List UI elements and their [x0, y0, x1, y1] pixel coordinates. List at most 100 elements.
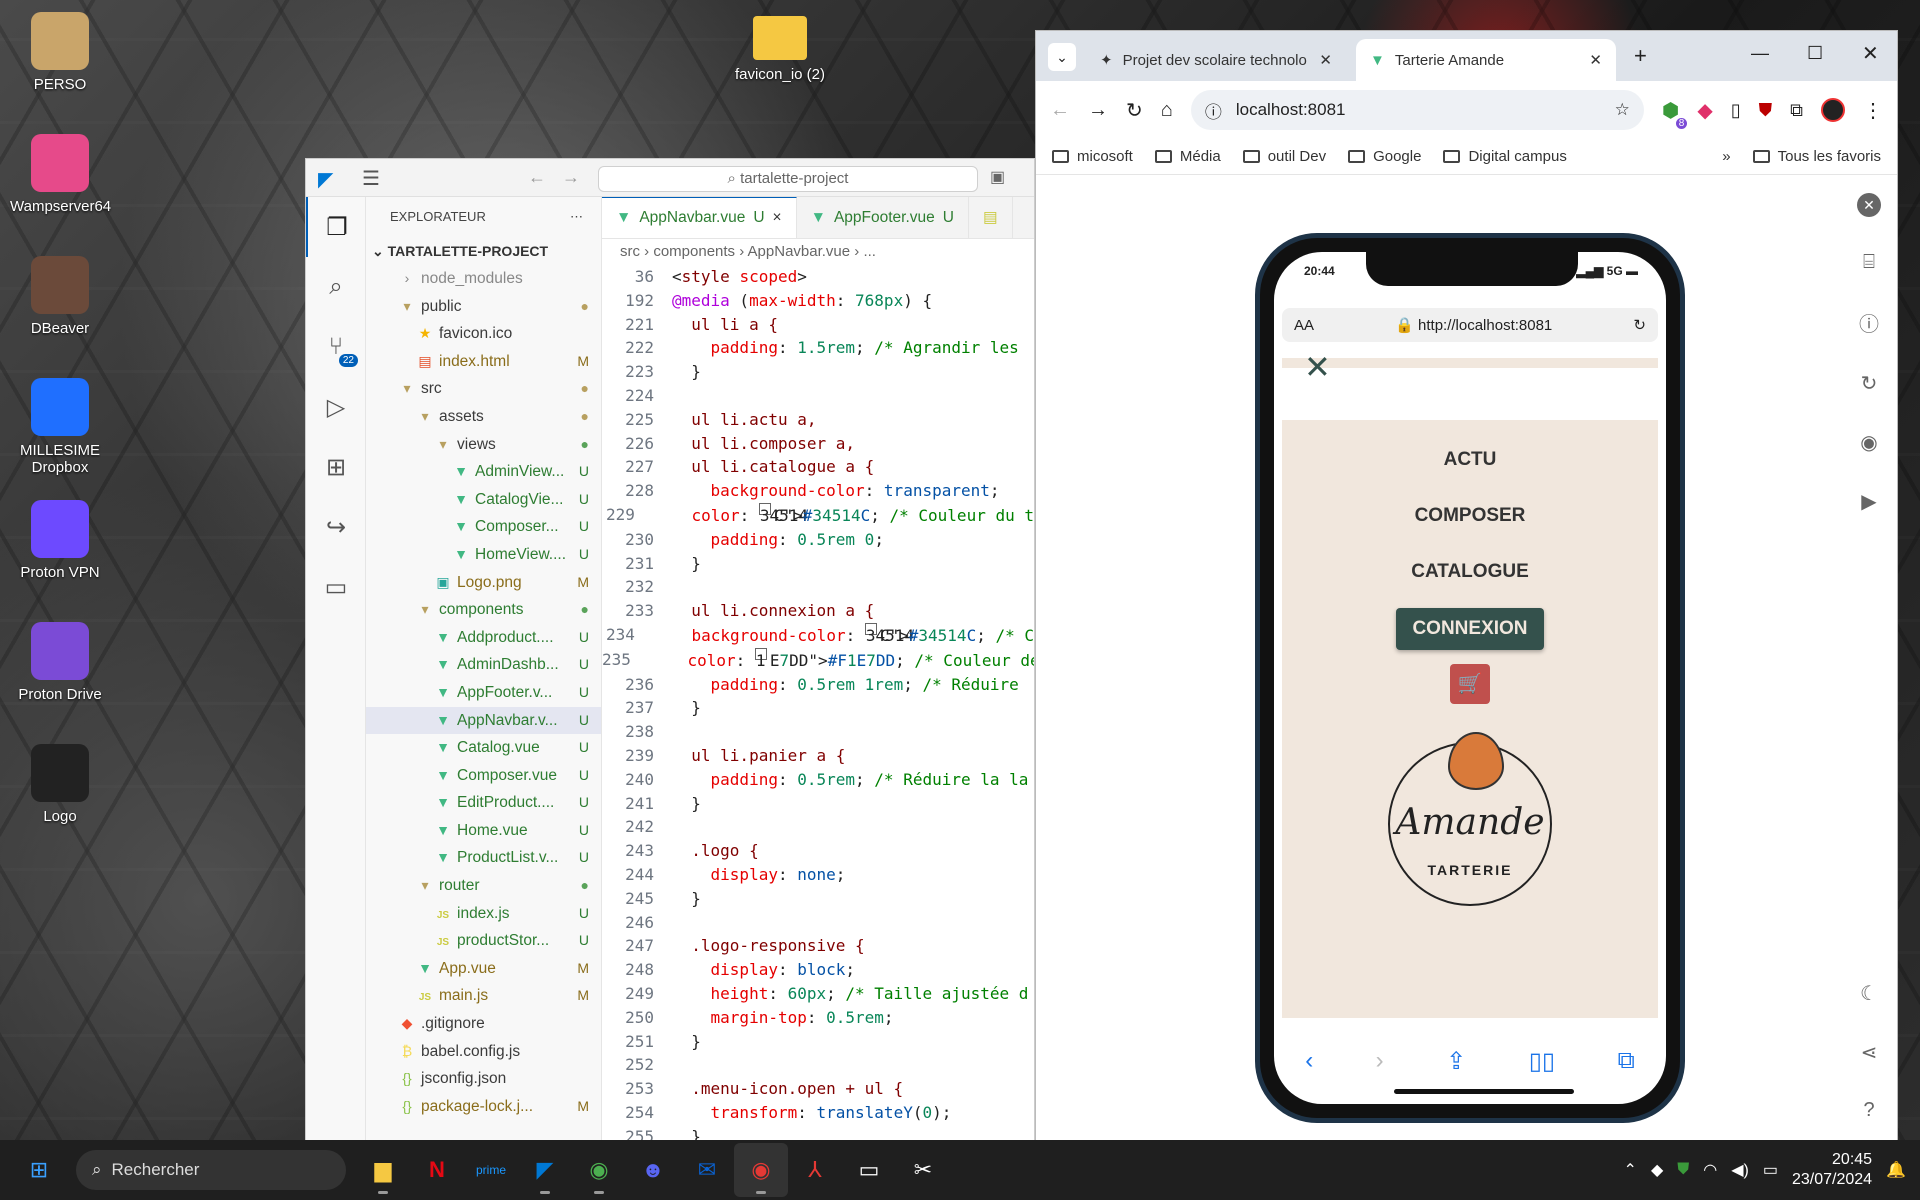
tree-item[interactable]: ▼ App.vue M: [366, 955, 601, 983]
tree-item[interactable]: ★ favicon.ico: [366, 320, 601, 348]
tree-item[interactable]: ▼ AppFooter.v... U: [366, 679, 601, 707]
more-bookmarks-icon[interactable]: »: [1722, 148, 1730, 165]
text-size-button[interactable]: AA: [1294, 317, 1314, 334]
desktop-icon[interactable]: Proton Drive: [10, 622, 110, 703]
tree-item[interactable]: JS index.js U: [366, 900, 601, 928]
rotate-icon[interactable]: ↻: [1861, 371, 1878, 396]
tree-item[interactable]: ▼ Composer.vue U: [366, 762, 601, 790]
close-icon[interactable]: ×: [773, 209, 782, 227]
bookmark-folder[interactable]: micosoft: [1052, 148, 1133, 165]
tree-item[interactable]: ▼ EditProduct.... U: [366, 789, 601, 817]
source-control-icon[interactable]: ⑂ 22: [306, 317, 366, 377]
tree-item[interactable]: ▼ CatalogVie... U: [366, 486, 601, 514]
tree-item[interactable]: ▼ Catalog.vue U: [366, 734, 601, 762]
share-icon[interactable]: ⋖: [1861, 1040, 1878, 1065]
tree-item[interactable]: ▾ public ●: [366, 293, 601, 321]
desktop-icon[interactable]: Wampserver64: [10, 134, 111, 215]
tree-item[interactable]: {} jsconfig.json: [366, 1065, 601, 1093]
search-icon[interactable]: ⌕: [306, 257, 366, 317]
security-icon[interactable]: ⛊: [1677, 1161, 1689, 1179]
tree-item[interactable]: ▾ assets ●: [366, 403, 601, 431]
tree-item[interactable]: ▤ index.html M: [366, 348, 601, 376]
home-icon[interactable]: ⌂: [1161, 99, 1173, 122]
forward-icon[interactable]: →: [1088, 99, 1108, 122]
tree-item[interactable]: JS productStor... U: [366, 927, 601, 955]
tab-js[interactable]: ▤: [969, 197, 1013, 238]
tree-item[interactable]: ▼ AppNavbar.v... U: [366, 706, 601, 735]
desktop-icon[interactable]: DBeaver: [10, 256, 110, 337]
outlook-icon[interactable]: ✉: [680, 1143, 734, 1197]
reload-icon[interactable]: ↻: [1126, 98, 1143, 123]
tree-item[interactable]: ▼ AdminDashb... U: [366, 651, 601, 679]
forward-arrow-icon[interactable]: →: [562, 167, 580, 188]
cart-icon[interactable]: 🛒: [1450, 664, 1490, 704]
bookmarks-icon[interactable]: ▯▯: [1529, 1047, 1555, 1076]
maximize-icon[interactable]: ☐: [1807, 43, 1823, 64]
snipping-icon[interactable]: ✂: [896, 1143, 950, 1197]
extension-icon[interactable]: ▯: [1731, 100, 1741, 121]
chrome-icon-2[interactable]: ◉: [734, 1143, 788, 1197]
minimize-icon[interactable]: —: [1751, 43, 1769, 64]
all-bookmarks[interactable]: Tous les favoris: [1752, 148, 1881, 165]
kebab-menu-icon[interactable]: ⋮: [1863, 98, 1883, 123]
tree-item[interactable]: › node_modules: [366, 265, 601, 293]
tab-appnavbar[interactable]: ▼ AppNavbar.vue U ×: [602, 197, 797, 238]
battery-icon[interactable]: ▭: [1763, 1160, 1778, 1180]
back-icon[interactable]: ←: [1050, 99, 1070, 122]
bookmark-folder[interactable]: outil Dev: [1242, 148, 1326, 165]
netflix-icon[interactable]: N: [410, 1143, 464, 1197]
dropbox-icon[interactable]: ◆: [1651, 1160, 1663, 1180]
tabs-icon[interactable]: ⧉: [1618, 1047, 1635, 1075]
tree-item[interactable]: ▾ components ●: [366, 596, 601, 624]
camera-icon[interactable]: ◉: [1860, 430, 1877, 455]
breadcrumb[interactable]: src › components › AppNavbar.vue › ...: [602, 239, 1034, 265]
help-icon[interactable]: ?: [1863, 1099, 1874, 1122]
bookmark-folder[interactable]: Google: [1348, 148, 1421, 165]
explorer-icon[interactable]: ❐: [306, 197, 366, 257]
layout-toggle-icon[interactable]: ▣: [990, 167, 1005, 187]
back-arrow-icon[interactable]: ←: [528, 167, 546, 188]
remote-share-icon[interactable]: ↪: [306, 497, 366, 557]
tree-item[interactable]: ▾ src ●: [366, 375, 601, 403]
tree-item[interactable]: ▼ Addproduct.... U: [366, 624, 601, 652]
tab-search-icon[interactable]: ⌄: [1048, 43, 1076, 71]
extension-icon[interactable]: ⬢ 8: [1662, 98, 1688, 129]
discord-icon[interactable]: ☻: [626, 1143, 680, 1197]
close-icon[interactable]: ✕: [1589, 51, 1602, 69]
close-icon[interactable]: ✕: [1319, 51, 1332, 69]
tree-item[interactable]: ▼ ProductList.v... U: [366, 844, 601, 872]
star-icon[interactable]: ☆: [1615, 100, 1630, 120]
close-menu-icon[interactable]: ✕: [1304, 348, 1331, 386]
address-bar[interactable]: ⓘ localhost:8081 ☆: [1190, 90, 1644, 130]
chrome-icon[interactable]: ◉: [572, 1143, 626, 1197]
share-icon[interactable]: ⇪: [1446, 1047, 1466, 1076]
command-center-search[interactable]: ⌕ tartalette-project: [598, 166, 978, 192]
desktop-icon[interactable]: PERSO: [10, 12, 110, 93]
tree-item[interactable]: JS main.js M: [366, 982, 601, 1010]
nav-catalogue[interactable]: CATALOGUE: [1282, 554, 1658, 590]
volume-icon[interactable]: ◀): [1731, 1160, 1749, 1180]
nav-composer[interactable]: COMPOSER: [1282, 498, 1658, 534]
tree-item[interactable]: ▼ AdminView... U: [366, 458, 601, 486]
menu-icon[interactable]: ☰: [362, 166, 380, 191]
tree-item[interactable]: ₿ babel.config.js: [366, 1038, 601, 1066]
extensions-icon[interactable]: ⊞: [306, 437, 366, 497]
taskbar-search[interactable]: ⌕ Rechercher: [76, 1150, 346, 1190]
tab-tarterie[interactable]: ▼ Tarterie Amande ✕: [1356, 39, 1616, 81]
prime-video-icon[interactable]: prime: [464, 1143, 518, 1197]
vscode-icon[interactable]: ◤: [518, 1143, 572, 1197]
project-root[interactable]: ⌄ TARTALETTE-PROJECT: [366, 237, 601, 265]
bookmark-folder[interactable]: Média: [1154, 148, 1221, 165]
desktop-icon-favicon-folder[interactable]: favicon_io (2): [730, 12, 830, 83]
video-new-icon[interactable]: ▶: [1861, 489, 1876, 514]
tree-item[interactable]: {} package-lock.j... M: [366, 1093, 601, 1121]
tree-item[interactable]: ◆ .gitignore: [366, 1010, 601, 1038]
tree-item[interactable]: ▼ Home.vue U: [366, 817, 601, 845]
code-editor[interactable]: 36 <style scoped> 192 @media (max-width: 76…: [602, 265, 1034, 1142]
connexion-button[interactable]: CONNEXION: [1396, 608, 1544, 650]
puzzle-icon[interactable]: ⧉: [1790, 100, 1803, 121]
chevron-up-icon[interactable]: ⌃: [1624, 1160, 1637, 1180]
back-icon[interactable]: ‹: [1305, 1047, 1313, 1075]
terminal-icon[interactable]: ▭: [842, 1143, 896, 1197]
device-new-icon[interactable]: ⌸: [1863, 251, 1875, 274]
